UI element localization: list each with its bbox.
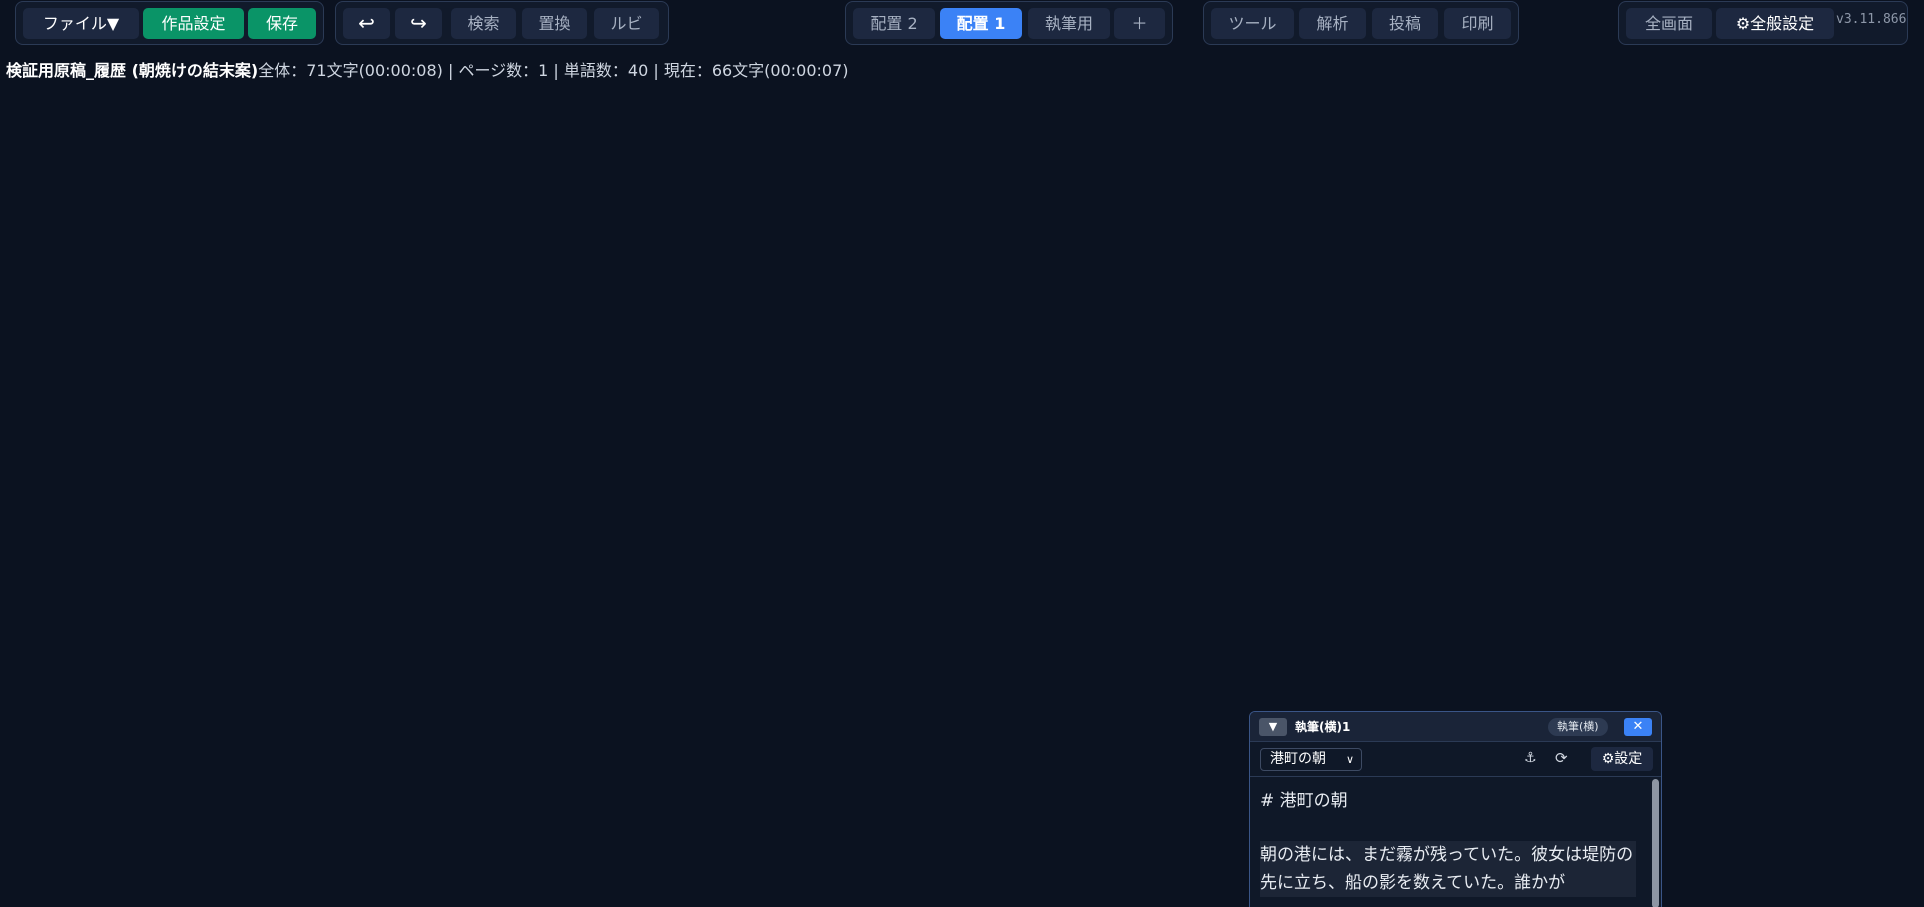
tools-group: ツール 解析 投稿 印刷 [1203,1,1519,45]
print-button[interactable]: 印刷 [1444,8,1511,39]
refresh-icon[interactable]: ⟳ [1555,749,1568,767]
fullscreen-button[interactable]: 全画面 [1626,8,1712,39]
general-settings-button[interactable]: ⚙全般設定 [1716,8,1834,39]
edit-group: ↩ ↪ 検索 置換 ルビ [335,1,669,45]
panel-header[interactable]: ▼ 執筆(横)1 執筆(横) ✕ [1250,712,1661,742]
file-menu-button[interactable]: ファイル▼ [23,8,139,39]
triangle-down-icon: ▼ [1268,720,1278,733]
chevron-down-icon: ∨ [1345,753,1354,766]
redo-button[interactable]: ↪ [395,8,442,39]
status-line: 検証用原稿_履歴 (朝焼けの結末案)全体：71文字(00:00:08) | ペー… [6,61,849,81]
version-label: v3.11.866 [1836,12,1907,27]
panel-close-button[interactable]: ✕ [1624,718,1652,736]
editor-text-area[interactable]: # 港町の朝 朝の港には、まだ霧が残っていた。彼女は堤防の先に立ち、船の影を数え… [1250,777,1650,907]
analysis-button[interactable]: 解析 [1299,8,1366,39]
editor-paragraph: 朝の港には、まだ霧が残っていた。彼女は堤防の先に立ち、船の影を数えていた。誰かが [1260,841,1636,897]
scrollbar-thumb[interactable] [1652,779,1659,907]
tab-layout-1[interactable]: 配置 1 [940,8,1022,39]
replace-button[interactable]: 置換 [522,8,587,39]
tab-layout-2[interactable]: 配置 2 [853,8,935,39]
search-button[interactable]: 検索 [451,8,516,39]
work-settings-button[interactable]: 作品設定 [143,8,244,39]
tools-button[interactable]: ツール [1211,8,1294,39]
undo-icon: ↩ [358,11,375,35]
chapter-select-value: 港町の朝 [1270,751,1326,767]
document-stats: 全体：71文字(00:00:08) | ページ数：1 | 単語数：40 | 現在… [258,61,849,80]
close-icon: ✕ [1632,719,1644,734]
anchor-icon[interactable]: ⚓ [1524,750,1537,766]
tab-writing[interactable]: 執筆用 [1028,8,1110,39]
undo-button[interactable]: ↩ [343,8,390,39]
top-toolbar: ファイル▼ 作品設定 保存 ↩ ↪ 検索 置換 ルビ 配置 2 配置 1 執筆用… [0,0,1924,50]
editor-heading-line: # 港町の朝 [1260,791,1348,811]
panel-settings-button[interactable]: ⚙設定 [1591,747,1653,771]
post-button[interactable]: 投稿 [1372,8,1438,39]
layout-group: 配置 2 配置 1 執筆用 ＋ [845,1,1173,45]
ruby-button[interactable]: ルビ [594,8,659,39]
collapse-button[interactable]: ▼ [1259,718,1287,736]
chapter-select[interactable]: 港町の朝 ∨ [1260,748,1362,771]
file-group: ファイル▼ 作品設定 保存 [15,1,324,45]
panel-title: 執筆(横)1 [1295,720,1351,734]
add-layout-button[interactable]: ＋ [1114,8,1165,39]
redo-icon: ↪ [410,11,427,35]
plus-icon: ＋ [1131,14,1148,33]
document-title: 検証用原稿_履歴 (朝焼けの結末案) [6,61,259,80]
panel-mode-badge: 執筆(横) [1548,718,1608,736]
editor-panel: ▼ 執筆(横)1 執筆(横) ✕ 港町の朝 ∨ ⚓ ⟳ ⚙設定 # 港町の朝 朝… [1249,711,1662,907]
editor-scrollbar[interactable] [1650,777,1661,907]
save-button[interactable]: 保存 [248,8,316,39]
panel-toolbar: 港町の朝 ∨ ⚓ ⟳ ⚙設定 [1250,742,1661,777]
